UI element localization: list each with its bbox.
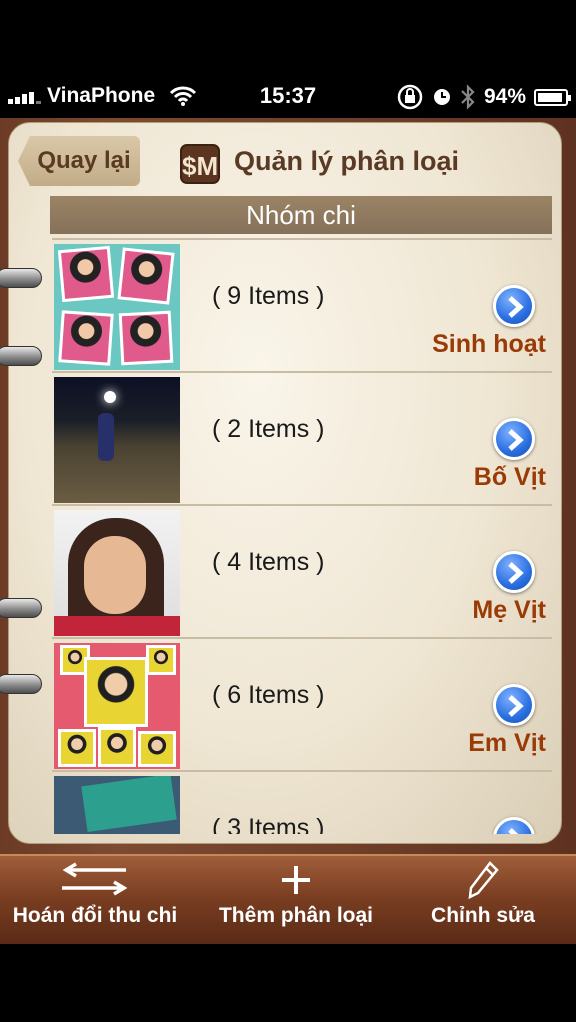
category-thumbnail bbox=[54, 776, 180, 834]
category-row[interactable]: ( 3 Items ) bbox=[52, 770, 552, 834]
edit-label: Chỉnh sửa bbox=[431, 904, 535, 927]
item-count: ( 4 Items ) bbox=[212, 548, 325, 576]
binder-ring bbox=[0, 268, 42, 288]
category-thumbnail bbox=[54, 377, 180, 503]
app-logo-icon: $M bbox=[180, 144, 220, 184]
bottom-black-band bbox=[0, 944, 576, 1022]
category-thumbnail bbox=[54, 643, 180, 769]
detail-arrow-icon[interactable] bbox=[493, 551, 535, 593]
battery-icon bbox=[534, 88, 571, 106]
rotation-lock-icon bbox=[397, 84, 423, 110]
item-count: ( 6 Items ) bbox=[212, 681, 325, 709]
detail-arrow-icon[interactable] bbox=[493, 418, 535, 460]
binder-ring bbox=[0, 346, 42, 366]
status-bar: VinaPhone 15:37 94% bbox=[0, 78, 576, 118]
category-row[interactable]: ( 9 Items ) Sinh hoạt bbox=[52, 238, 552, 371]
category-name: Bố Vịt bbox=[473, 463, 546, 491]
detail-arrow-icon[interactable] bbox=[493, 817, 535, 834]
category-row[interactable]: ( 6 Items ) Em Vịt bbox=[52, 637, 552, 770]
battery-percent: 94% bbox=[483, 85, 526, 108]
detail-arrow-icon[interactable] bbox=[493, 285, 535, 327]
swap-arrows-icon bbox=[54, 856, 136, 904]
add-label: Thêm phân loại bbox=[218, 904, 373, 927]
add-category-button[interactable]: Thêm phân loại bbox=[207, 856, 385, 946]
status-indicators: 94% bbox=[396, 84, 571, 110]
bluetooth-icon bbox=[461, 84, 475, 110]
detail-arrow-icon[interactable] bbox=[493, 684, 535, 726]
top-black-band bbox=[0, 0, 576, 78]
pencil-icon bbox=[466, 856, 500, 904]
item-count: ( 2 Items ) bbox=[212, 415, 325, 443]
edit-button[interactable]: Chỉnh sửa bbox=[418, 856, 548, 946]
alarm-icon bbox=[433, 89, 450, 105]
group-header: Nhóm chi bbox=[50, 196, 552, 234]
category-thumbnail bbox=[54, 244, 180, 370]
category-thumbnail bbox=[54, 510, 180, 636]
category-name: Em Vịt bbox=[468, 729, 546, 757]
item-count: ( 9 Items ) bbox=[212, 282, 325, 310]
category-row[interactable]: ( 4 Items ) Mẹ Vịt bbox=[52, 504, 552, 637]
page-title: Quản lý phân loại bbox=[234, 146, 460, 176]
category-name: Mẹ Vịt bbox=[472, 596, 546, 624]
category-row[interactable]: ( 2 Items ) Bố Vịt bbox=[52, 371, 552, 504]
bottom-toolbar: Hoán đổi thu chi Thêm phân loại Chỉnh sử… bbox=[0, 854, 576, 944]
category-name: Sinh hoạt bbox=[432, 330, 546, 358]
category-list[interactable]: ( 9 Items ) Sinh hoạt ( 2 Items ) Bố Vịt… bbox=[52, 238, 552, 834]
item-count: ( 3 Items ) bbox=[212, 814, 325, 834]
binder-ring bbox=[0, 598, 42, 618]
back-button[interactable]: Quay lại bbox=[18, 136, 140, 186]
swap-income-expense-button[interactable]: Hoán đổi thu chi bbox=[6, 856, 184, 946]
plus-icon bbox=[279, 856, 313, 904]
swap-label: Hoán đổi thu chi bbox=[12, 904, 178, 927]
binder-ring bbox=[0, 674, 42, 694]
